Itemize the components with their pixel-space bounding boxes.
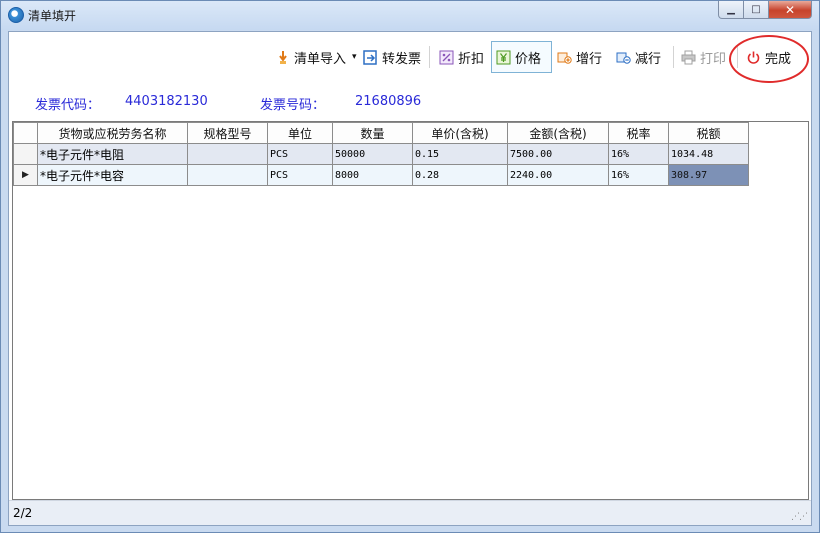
table-row[interactable]: *电子元件*电阻 PCS 50000 0.15 7500.00 16% 1034… [13,143,749,165]
column-header[interactable]: 数量 [332,122,413,144]
item-grid: 货物或应税劳务名称 规格型号 单位 数量 单价(含税) 金额(含税) 税率 税额… [12,121,809,500]
cell-tax-amount-selected[interactable]: 308.97 [668,164,749,186]
cell-tax-amount[interactable]: 1034.48 [668,143,749,165]
window-controls: ▁ □ ✕ [718,1,812,20]
column-header[interactable]: 规格型号 [187,122,268,144]
highlight-circle [729,35,809,83]
row-header-corner [13,122,38,144]
discount-button[interactable]: 折扣 [435,41,488,73]
invoice-number-label: 发票号码： [260,98,326,113]
title-bar[interactable]: 清单填开 ▁ □ ✕ [1,1,819,30]
cell-quantity[interactable]: 50000 [332,143,413,165]
cell-spec[interactable] [187,164,268,186]
item-table: 货物或应税劳务名称 规格型号 单位 数量 单价(含税) 金额(含税) 税率 税额… [13,122,749,186]
add-row-label: 增行 [576,51,603,67]
close-icon: ✕ [784,2,796,17]
table-header-row: 货物或应税劳务名称 规格型号 单位 数量 单价(含税) 金额(含税) 税率 税额 [13,122,749,144]
record-counter: 2/2 [13,506,33,520]
column-header[interactable]: 单位 [267,122,333,144]
maximize-button[interactable]: □ [744,1,769,19]
cell-unit-price[interactable]: 0.15 [412,143,508,165]
add-row-button[interactable]: 增行 [553,41,606,73]
status-bar: 2/2 ⋰⋰ [9,500,811,525]
maximize-icon: □ [751,4,761,15]
row-indicator[interactable] [13,143,38,165]
printer-icon [681,50,696,65]
import-icon [275,50,290,65]
delete-row-label: 减行 [635,51,662,67]
cell-amount[interactable]: 2240.00 [507,164,609,186]
import-list-button[interactable]: 清单导入 ▾ [271,41,361,73]
cell-unit[interactable]: PCS [267,164,333,186]
cell-amount[interactable]: 7500.00 [507,143,609,165]
delete-row-icon [616,50,631,65]
column-header[interactable]: 单价(含税) [412,122,508,144]
price-label: 价格 [515,51,542,67]
add-row-icon [557,50,572,65]
close-button[interactable]: ✕ [769,1,812,19]
invoice-code-label: 发票代码： [35,98,101,113]
cell-spec[interactable] [187,143,268,165]
cell-tax-rate[interactable]: 16% [608,143,669,165]
cell-quantity[interactable]: 8000 [332,164,413,186]
delete-row-button[interactable]: 减行 [612,41,665,73]
column-header[interactable]: 金额(含税) [507,122,609,144]
app-window: 清单填开 ▁ □ ✕ 清单导入 ▾ 转发票 折扣 价格 增行 减行 打印 完成 … [0,0,820,533]
column-header[interactable]: 税额 [668,122,749,144]
import-dropdown-icon[interactable]: ▾ [352,52,357,62]
print-button[interactable]: 打印 [677,41,730,73]
resize-grip-icon[interactable]: ⋰⋰ [791,512,808,522]
yen-icon [496,50,511,65]
cell-unit-price[interactable]: 0.28 [412,164,508,186]
window-title: 清单填开 [28,9,77,23]
column-header[interactable]: 税率 [608,122,669,144]
invoice-code-value: 4403182130 [125,94,208,109]
convert-icon [363,49,378,65]
price-button[interactable]: 价格 [491,41,552,73]
toolbar-separator [673,46,674,68]
cell-name[interactable]: *电子元件*电阻 [37,143,188,165]
toolbar: 清单导入 ▾ 转发票 折扣 价格 增行 减行 打印 完成 [9,32,811,83]
import-list-label: 清单导入 [294,51,347,67]
discount-label: 折扣 [458,51,485,67]
cell-name[interactable]: *电子元件*电容 [37,164,188,186]
toolbar-separator [429,46,430,68]
discount-icon [439,50,454,65]
cell-tax-rate[interactable]: 16% [608,164,669,186]
column-header[interactable]: 货物或应税劳务名称 [37,122,188,144]
print-label: 打印 [700,51,727,67]
table-row[interactable]: ▶ *电子元件*电容 PCS 8000 0.28 2240.00 16% 308… [13,164,749,186]
app-logo-icon [8,7,24,23]
convert-invoice-label: 转发票 [382,51,422,67]
invoice-number-value: 21680896 [355,94,422,109]
minimize-icon: ▁ [727,4,735,15]
cell-unit[interactable]: PCS [267,143,333,165]
minimize-button[interactable]: ▁ [718,1,744,19]
client-area: 清单导入 ▾ 转发票 折扣 价格 增行 减行 打印 完成 发票代码： 44031… [8,31,812,526]
convert-invoice-button[interactable]: 转发票 [359,41,425,73]
current-row-indicator-icon[interactable]: ▶ [13,164,38,186]
